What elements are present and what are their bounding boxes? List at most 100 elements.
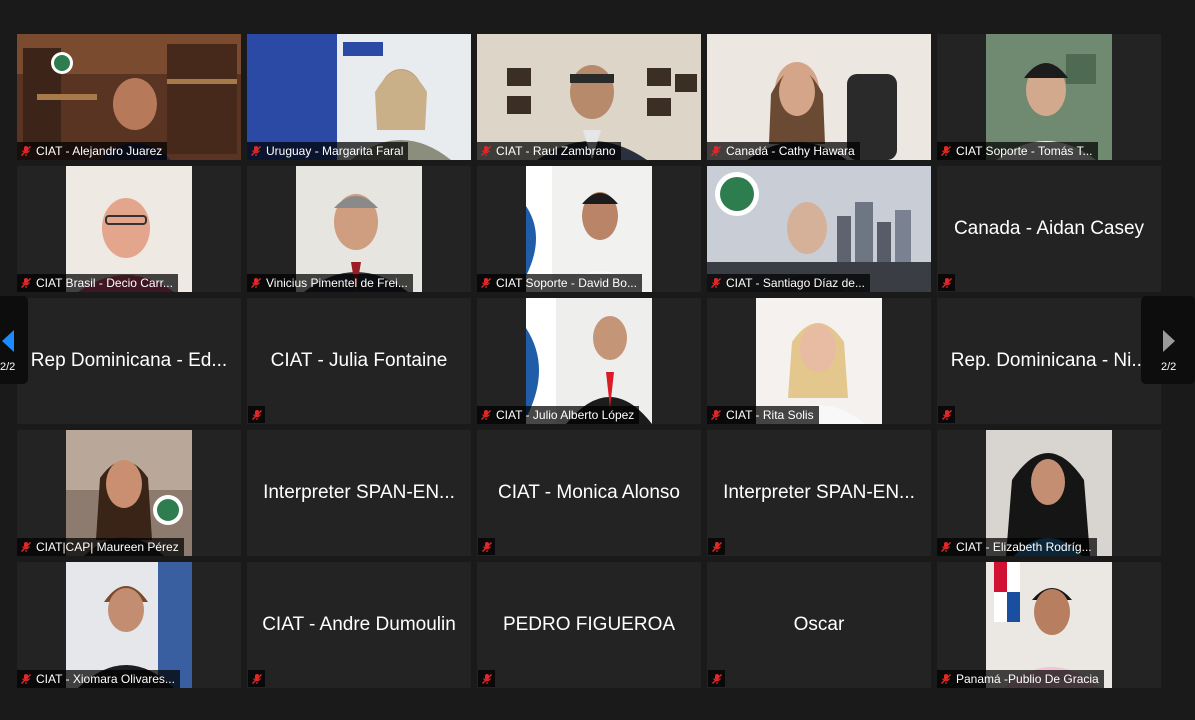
muted-mic-icon	[481, 673, 492, 684]
participant-tile[interactable]: Rep. Dominicana - Ni...	[937, 298, 1161, 424]
participant-namebar: CIAT - Santiago Díaz de...	[707, 274, 870, 292]
participant-name: CIAT - Julia Fontaine	[270, 350, 448, 371]
participant-name: Rep Dominicana - Ed...	[30, 350, 228, 371]
participant-tile[interactable]: CIAT - Santiago Díaz de...	[707, 166, 931, 292]
participant-tile[interactable]: Canadá - Cathy Hawara	[707, 34, 931, 160]
participant-name: CIAT - Monica Alonso	[498, 482, 680, 503]
participant-tile[interactable]: CIAT - Rita Solis	[707, 298, 931, 424]
participant-namebar: CIAT - Rita Solis	[707, 406, 819, 424]
participant-namebar: CIAT - Xiomara Olivares...	[17, 670, 180, 688]
participant-name: Rep. Dominicana - Ni...	[950, 350, 1148, 371]
participant-name: Canadá - Cathy Hawara	[726, 144, 855, 158]
participant-namebar: CIAT - Raul Zambrano	[477, 142, 621, 160]
participant-name: CIAT|CAP| Maureen Pérez	[36, 540, 179, 554]
participant-tile[interactable]: CIAT - Monica Alonso	[477, 430, 701, 556]
participant-tile[interactable]: CIAT - Elizabeth Rodríg...	[937, 430, 1161, 556]
participant-tile[interactable]: CIAT - Julio Alberto López	[477, 298, 701, 424]
participant-tile[interactable]: CIAT Soporte - Tomás T...	[937, 34, 1161, 160]
muted-mic-icon	[711, 541, 722, 552]
participant-namebar	[478, 670, 495, 687]
muted-mic-icon	[251, 673, 262, 684]
next-page-button[interactable]: 2/2	[1141, 296, 1195, 384]
muted-mic-icon	[941, 146, 951, 156]
page-indicator: 2/2	[0, 361, 16, 373]
participant-namebar	[248, 670, 265, 687]
participant-name: Vinicius Pimentel de Frei...	[266, 276, 408, 290]
participant-name: CIAT - Rita Solis	[726, 408, 814, 422]
participant-namebar	[708, 670, 725, 687]
muted-mic-icon	[21, 278, 31, 288]
participant-name: Panamá -Publio De Gracia	[956, 672, 1099, 686]
participant-name: CIAT Soporte - Tomás T...	[956, 144, 1093, 158]
participant-tile[interactable]: Interpreter SPAN-EN...	[707, 430, 931, 556]
participant-name: CIAT - Andre Dumoulin	[262, 614, 456, 635]
participant-tile[interactable]: Uruguay - Margarita Faral	[247, 34, 471, 160]
participant-name: CIAT Soporte - David Bo...	[496, 276, 637, 290]
muted-mic-icon	[941, 409, 952, 420]
video-grid: CIAT - Alejandro Juarez Uruguay - Margar…	[17, 34, 1161, 688]
participant-namebar: CIAT|CAP| Maureen Pérez	[17, 538, 184, 556]
participant-namebar	[708, 538, 725, 555]
participant-namebar	[248, 406, 265, 423]
participant-namebar: Vinicius Pimentel de Frei...	[247, 274, 413, 292]
muted-mic-icon	[941, 277, 952, 288]
participant-name: Uruguay - Margarita Faral	[266, 144, 404, 158]
muted-mic-icon	[251, 409, 262, 420]
participant-namebar: CIAT - Alejandro Juarez	[17, 142, 168, 160]
participant-name: Interpreter SPAN-EN...	[263, 482, 455, 503]
participant-tile[interactable]: Vinicius Pimentel de Frei...	[247, 166, 471, 292]
muted-mic-icon	[21, 146, 31, 156]
participant-namebar: Panamá -Publio De Gracia	[937, 670, 1104, 688]
participant-tile[interactable]: Oscar	[707, 562, 931, 688]
previous-page-button[interactable]: 2/2	[0, 296, 28, 384]
muted-mic-icon	[251, 146, 261, 156]
participant-name: Canada - Aidan Casey	[953, 218, 1145, 239]
participant-tile[interactable]: CIAT - Xiomara Olivares...	[17, 562, 241, 688]
page-indicator: 2/2	[1161, 361, 1177, 373]
participant-tile[interactable]: PEDRO FIGUEROA	[477, 562, 701, 688]
participant-namebar: CIAT - Julio Alberto López	[477, 406, 640, 424]
muted-mic-icon	[21, 542, 31, 552]
participant-namebar	[478, 538, 495, 555]
participant-namebar: CIAT - Elizabeth Rodríg...	[937, 538, 1097, 556]
muted-mic-icon	[251, 278, 261, 288]
participant-name: CIAT Brasil - Decio Carr...	[36, 276, 173, 290]
muted-mic-icon	[711, 146, 721, 156]
participant-name: CIAT - Raul Zambrano	[496, 144, 616, 158]
muted-mic-icon	[481, 278, 491, 288]
participant-tile[interactable]: CIAT Soporte - David Bo...	[477, 166, 701, 292]
participant-tile[interactable]: CIAT - Alejandro Juarez	[17, 34, 241, 160]
participant-namebar: CIAT Soporte - Tomás T...	[937, 142, 1098, 160]
muted-mic-icon	[711, 410, 721, 420]
participant-namebar: Canadá - Cathy Hawara	[707, 142, 860, 160]
participant-name: Oscar	[793, 614, 845, 635]
chevron-left-icon	[2, 330, 14, 352]
muted-mic-icon	[711, 278, 721, 288]
muted-mic-icon	[941, 674, 951, 684]
chevron-right-icon	[1163, 330, 1175, 352]
participant-namebar	[938, 274, 955, 291]
participant-namebar: CIAT Soporte - David Bo...	[477, 274, 642, 292]
participant-name: CIAT - Alejandro Juarez	[36, 144, 163, 158]
participant-namebar: Uruguay - Margarita Faral	[247, 142, 409, 160]
participant-tile[interactable]: CIAT Brasil - Decio Carr...	[17, 166, 241, 292]
muted-mic-icon	[711, 673, 722, 684]
muted-mic-icon	[941, 542, 951, 552]
participant-name: CIAT - Santiago Díaz de...	[726, 276, 865, 290]
participant-tile[interactable]: Canada - Aidan Casey	[937, 166, 1161, 292]
participant-namebar	[938, 406, 955, 423]
participant-tile[interactable]: CIAT - Julia Fontaine	[247, 298, 471, 424]
participant-name: CIAT - Xiomara Olivares...	[36, 672, 175, 686]
participant-tile[interactable]: Rep Dominicana - Ed...	[17, 298, 241, 424]
participant-name: CIAT - Elizabeth Rodríg...	[956, 540, 1092, 554]
muted-mic-icon	[481, 541, 492, 552]
participant-tile[interactable]: CIAT - Raul Zambrano	[477, 34, 701, 160]
participant-namebar: CIAT Brasil - Decio Carr...	[17, 274, 178, 292]
participant-tile[interactable]: CIAT - Andre Dumoulin	[247, 562, 471, 688]
participant-tile[interactable]: Panamá -Publio De Gracia	[937, 562, 1161, 688]
participant-name: CIAT - Julio Alberto López	[496, 408, 635, 422]
participant-tile[interactable]: CIAT|CAP| Maureen Pérez	[17, 430, 241, 556]
participant-name: Interpreter SPAN-EN...	[723, 482, 915, 503]
participant-tile[interactable]: Interpreter SPAN-EN...	[247, 430, 471, 556]
muted-mic-icon	[21, 674, 31, 684]
